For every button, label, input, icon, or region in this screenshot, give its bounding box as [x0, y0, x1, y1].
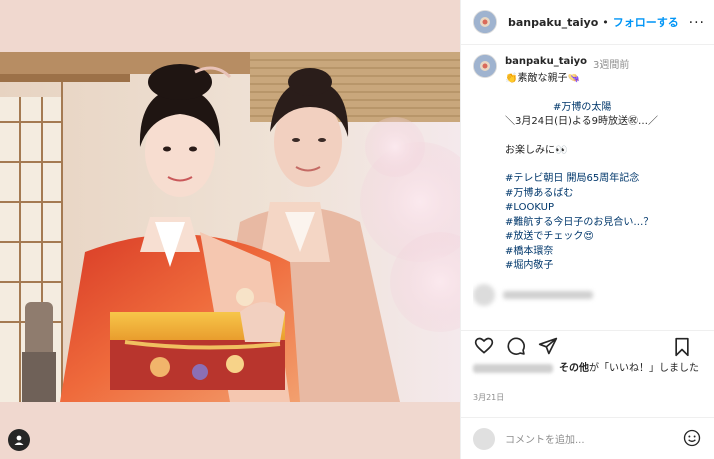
comment-box: コメントを追加...: [461, 417, 714, 459]
avatar-sun-icon: [474, 55, 496, 77]
hashtag-link[interactable]: #テレビ朝日 開局65周年記念: [505, 172, 709, 187]
post-image: [0, 52, 460, 402]
post-header: banpaku_taiyo • フォローする ···: [461, 0, 714, 45]
emoji-button[interactable]: [683, 429, 701, 451]
blurred-comment: [473, 283, 709, 306]
likes-text: が「いいね！」しました: [589, 363, 699, 374]
caption-text: 👏素敵な親子👒 #万博の太陽 ＼3月24日(日)よる9時放送㊗…／ お楽しみに👀…: [505, 72, 709, 274]
post-date[interactable]: 3月21日: [473, 392, 504, 403]
caption-avatar[interactable]: [473, 54, 497, 78]
share-button[interactable]: [537, 335, 559, 357]
tag-user-button[interactable]: [8, 429, 30, 451]
hashtag-link[interactable]: #難航する今日子のお見合い…？: [505, 216, 709, 231]
follow-button[interactable]: フォローする: [613, 14, 679, 30]
hashtag-link[interactable]: #万博あるばむ: [505, 187, 709, 202]
hashtag-link[interactable]: #万博の太陽: [505, 101, 709, 116]
like-button[interactable]: [473, 335, 495, 357]
save-button[interactable]: [671, 336, 693, 358]
post-side-panel: banpaku_taiyo • フォローする ··· banpaku_taiyo…: [460, 0, 714, 459]
hashtag-link[interactable]: #橋本環奈: [505, 245, 709, 260]
hashtag-link[interactable]: #放送でチェック😍: [505, 230, 709, 245]
tag-user-icon: [14, 435, 24, 445]
bookmark-icon: [675, 337, 689, 357]
caption-line: 👏素敵な親子👒: [505, 73, 580, 84]
emoji-icon: [683, 429, 701, 447]
action-bar: [461, 330, 714, 360]
comment-button[interactable]: [505, 335, 527, 357]
avatar[interactable]: [473, 10, 497, 34]
heart-icon: [474, 337, 494, 354]
post-photo[interactable]: [0, 52, 460, 402]
media-panel: [0, 0, 460, 459]
comment-input[interactable]: コメントを追加...: [505, 431, 585, 446]
likes-others[interactable]: その他: [559, 363, 589, 374]
comment-icon: [507, 336, 525, 355]
share-icon: [538, 337, 558, 354]
caption-time[interactable]: 3週間前: [593, 56, 629, 71]
caption-line: お楽しみに👀: [505, 144, 568, 156]
more-icon[interactable]: ···: [689, 15, 705, 31]
likes-summary: その他が「いいね！」しました: [473, 362, 709, 376]
caption-username[interactable]: banpaku_taiyo: [505, 56, 587, 67]
caption: banpaku_taiyo 3週間前 👏素敵な親子👒 #万博の太陽 ＼3月24日…: [473, 54, 709, 324]
blurred-liker: [473, 363, 553, 373]
avatar-sun-icon: [474, 11, 496, 33]
hashtag-link[interactable]: #堀内敬子: [505, 259, 709, 274]
separator-dot: •: [602, 15, 609, 29]
username-link[interactable]: banpaku_taiyo: [508, 16, 598, 29]
hashtag-link[interactable]: #LOOKUP: [505, 201, 709, 216]
caption-line: ＼3月24日(日)よる9時放送㊗…／: [505, 116, 658, 127]
commenter-avatar: [473, 427, 495, 450]
